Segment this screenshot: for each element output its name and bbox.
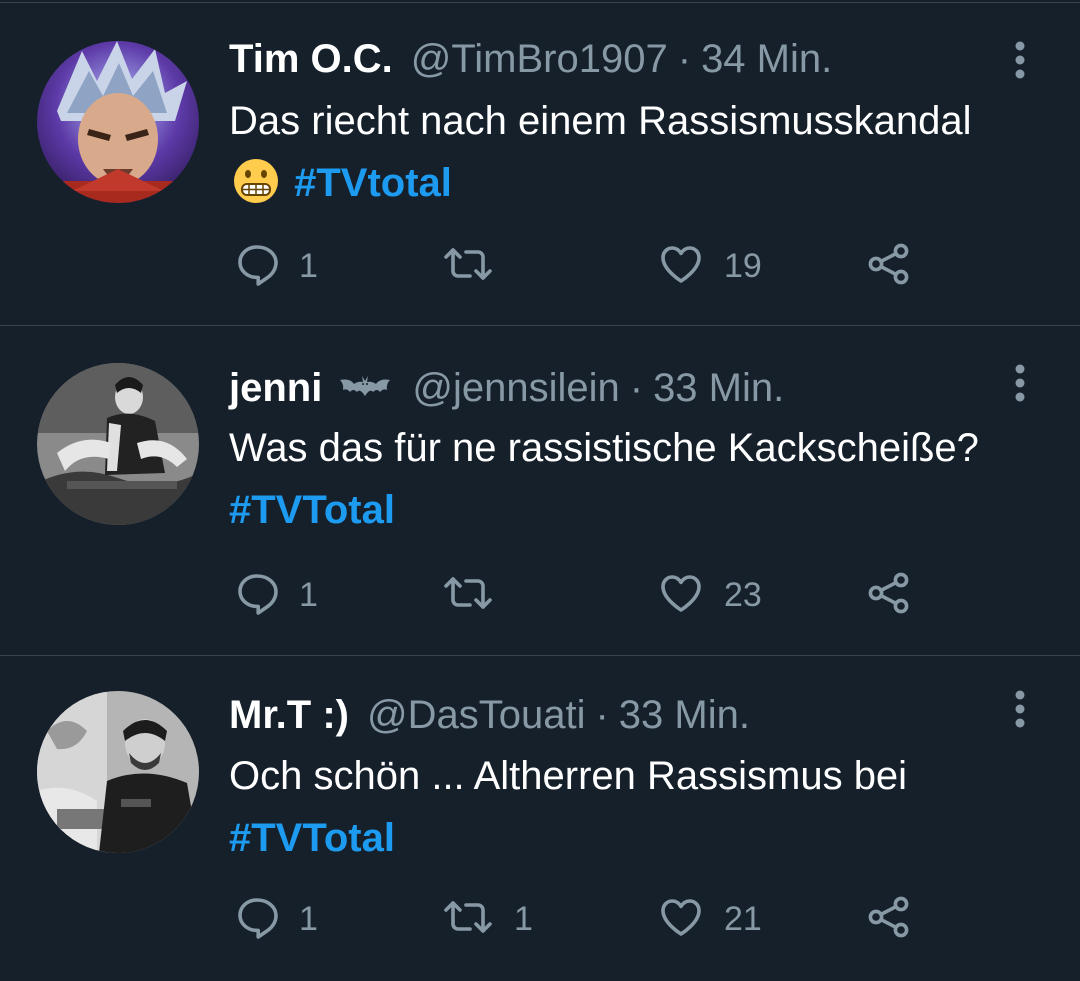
heart-icon [656,893,706,946]
tweet-header: Tim O.C. @TimBro1907 · 34 Min. [229,34,832,84]
retweet-button[interactable] [440,567,514,623]
retweet-icon [440,240,496,293]
tweet-text-content: Das riecht nach einem Rassismusskandal [229,99,972,143]
tweet-text-content: Och schön ... Altherren Rassismus bei [229,754,908,798]
grimacing-face-icon [233,158,279,222]
avatar-mr-t[interactable] [37,691,199,853]
heart-icon [656,240,706,293]
reply-bubble-icon [233,240,281,293]
hashtag-link[interactable]: #TVTotal [229,488,395,532]
hashtag-link[interactable]: #TVtotal [294,161,452,205]
retweet-button[interactable] [440,238,514,294]
heart-icon [656,569,706,622]
share-icon [864,569,914,622]
share-icon [864,240,914,293]
author-name[interactable]: jenni [229,366,322,411]
tweet-text: Och schön ... Altherren Rassismus bei #T… [229,745,1029,869]
tweet-text: Was das für ne rassistische Kackscheiße?… [229,417,1029,541]
retweet-button[interactable]: 1 [440,891,533,947]
like-count: 19 [724,246,762,285]
share-icon [864,893,914,946]
more-vertical-icon[interactable] [1004,361,1036,405]
share-button[interactable] [864,891,914,947]
like-button[interactable]: 19 [656,238,762,294]
tweet-text: Das riecht nach einem Rassismusskandal #… [229,90,1029,222]
bat-emoji-icon [336,372,394,404]
timestamp[interactable]: 34 Min. [701,37,832,82]
tweet-2[interactable]: jenni @jennsilein · 33 Min. Was das für … [0,326,1080,656]
tweet-actions: 1 23 [0,567,1080,623]
retweet-icon [440,569,496,622]
dot-separator: · [595,692,609,737]
reply-button[interactable]: 1 [233,567,318,623]
like-count: 23 [724,575,762,614]
like-button[interactable]: 23 [656,567,762,623]
author-handle[interactable]: @jennsilein [412,366,619,411]
more-vertical-icon[interactable] [1004,38,1036,82]
reply-bubble-icon [233,569,281,622]
timestamp[interactable]: 33 Min. [619,693,750,738]
tweet-header: jenni @jennsilein · 33 Min. [229,363,784,413]
timestamp[interactable]: 33 Min. [653,366,784,411]
avatar-jenni[interactable] [37,363,199,525]
reply-button[interactable]: 1 [233,238,318,294]
tweet-text-content: Was das für ne rassistische Kackscheiße? [229,426,979,470]
retweet-icon [440,893,496,946]
reply-count: 1 [299,899,318,938]
tweet-3[interactable]: Mr.T :) @DasTouati · 33 Min. Och schön .… [0,656,1080,981]
like-count: 21 [724,899,762,938]
dot-separator: · [629,365,644,410]
author-name[interactable]: Mr.T :) [229,693,349,738]
hashtag-link[interactable]: #TVTotal [229,816,395,860]
reply-bubble-icon [233,893,281,946]
like-button[interactable]: 21 [656,891,762,947]
retweet-count: 1 [514,899,533,938]
more-vertical-icon[interactable] [1004,687,1036,731]
avatar-tim[interactable] [37,41,199,203]
dot-separator: · [677,36,692,81]
tweet-actions: 1 19 [0,238,1080,294]
tweet-1[interactable]: Tim O.C. @TimBro1907 · 34 Min. Das riech… [0,3,1080,326]
author-handle[interactable]: @DasTouati [367,693,585,738]
author-name[interactable]: Tim O.C. [229,37,393,82]
tweet-actions: 1 1 21 [0,891,1080,947]
share-button[interactable] [864,238,914,294]
author-handle[interactable]: @TimBro1907 [411,37,668,82]
tweet-header: Mr.T :) @DasTouati · 33 Min. [229,690,750,740]
reply-count: 1 [299,575,318,614]
reply-button[interactable]: 1 [233,891,318,947]
reply-count: 1 [299,246,318,285]
share-button[interactable] [864,567,914,623]
